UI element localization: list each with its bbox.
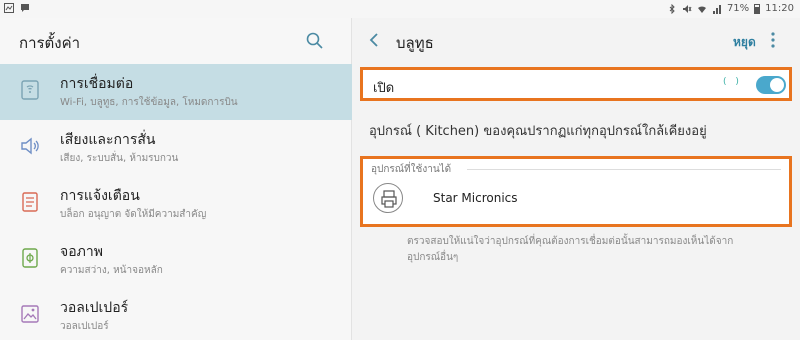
- help-text: ตรวจสอบให้แน่ใจว่าอุปกรณ์ที่คุณต้องการเช…: [407, 236, 734, 263]
- divider: [467, 169, 781, 170]
- sidebar-item-sublabel: วอลเปเปอร์: [60, 321, 109, 332]
- stop-scan-button[interactable]: หยุด: [733, 33, 756, 52]
- sidebar-item-display[interactable]: จอภาพ ความสว่าง, หน้าจอหลัก: [0, 232, 352, 288]
- battery-icon: [754, 3, 761, 14]
- toggle-knob: [770, 78, 784, 92]
- sidebar-item-sublabel: บล็อก อนุญาต จัดให้มีความสำคัญ: [60, 209, 207, 220]
- scanning-indicator: ( ): [723, 77, 742, 87]
- clock: 11:20: [765, 3, 794, 14]
- sidebar-item-sublabel: ความสว่าง, หน้าจอหลัก: [60, 265, 163, 276]
- sidebar-item-label: การแจ้งเตือน: [60, 188, 140, 204]
- speaker-icon: [18, 134, 42, 158]
- device-item[interactable]: Star Micronics: [363, 179, 789, 224]
- sidebar-item-sublabel: เสียง, ระบบสั่น, ห้ามรบกวน: [60, 153, 179, 164]
- display-icon: [18, 246, 42, 270]
- signal-icon: [712, 4, 722, 14]
- sidebar-item-wallpaper[interactable]: วอลเปเปอร์ วอลเปเปอร์: [0, 288, 352, 340]
- device-visibility-text: อุปกรณ์ ( Kitchen) ของคุณปรากฏแก่ทุกอุปก…: [369, 124, 707, 139]
- battery-percent: 71%: [726, 3, 750, 14]
- bluetooth-title: บลูทูธ: [396, 34, 434, 52]
- section-header: อุปกรณ์ที่ใช้งานได้: [371, 164, 452, 175]
- sidebar-item-label: การเชื่อมต่อ: [60, 76, 134, 92]
- back-arrow-icon[interactable]: [366, 30, 382, 50]
- sidebar-item-sublabel: Wi-Fi, บลูทูธ, การใช้ข้อมูล, โหมดการบิน: [60, 97, 238, 108]
- toggle-label: เปิด: [373, 81, 395, 96]
- mute-icon: [682, 4, 692, 14]
- sidebar-item-label: จอภาพ: [60, 244, 103, 260]
- sidebar-item-label: เสียงและการสั่น: [60, 132, 156, 148]
- bluetooth-toggle-row[interactable]: เปิด ( ): [360, 67, 792, 101]
- page-title: การตั้งค่า: [19, 34, 81, 52]
- printer-icon: [373, 183, 403, 213]
- sidebar-header: การตั้งค่า: [0, 18, 352, 64]
- status-bar: 71% 11:20: [0, 0, 800, 18]
- bluetooth-status-icon: [667, 3, 677, 14]
- message-notification-icon: [20, 3, 30, 13]
- device-name: Star Micronics: [433, 191, 518, 205]
- connections-icon: [18, 78, 42, 102]
- more-options-icon[interactable]: [767, 30, 779, 50]
- wifi-icon: [697, 4, 707, 14]
- sidebar-item-label: วอลเปเปอร์: [60, 300, 129, 316]
- sidebar-item-connections[interactable]: การเชื่อมต่อ Wi-Fi, บลูทูธ, การใช้ข้อมูล…: [0, 64, 352, 120]
- bluetooth-toggle-switch[interactable]: [756, 76, 786, 94]
- sidebar-item-notifications[interactable]: การแจ้งเตือน บล็อก อนุญาต จัดให้มีความสำ…: [0, 176, 352, 232]
- sidebar-item-sound[interactable]: เสียงและการสั่น เสียง, ระบบสั่น, ห้ามรบก…: [0, 120, 352, 176]
- search-icon[interactable]: [305, 31, 325, 51]
- notifications-icon: [18, 190, 42, 214]
- available-devices-section: อุปกรณ์ที่ใช้งานได้ Star Micronics: [360, 156, 792, 227]
- bluetooth-panel: บลูทูธ หยุด เปิด ( ) อุปกรณ์ ( Kitchen) …: [353, 18, 800, 340]
- settings-sidebar: การตั้งค่า การเชื่อมต่อ Wi-Fi, บลูทูธ, ก…: [0, 18, 352, 340]
- image-notification-icon: [4, 3, 14, 13]
- wallpaper-icon: [18, 302, 42, 326]
